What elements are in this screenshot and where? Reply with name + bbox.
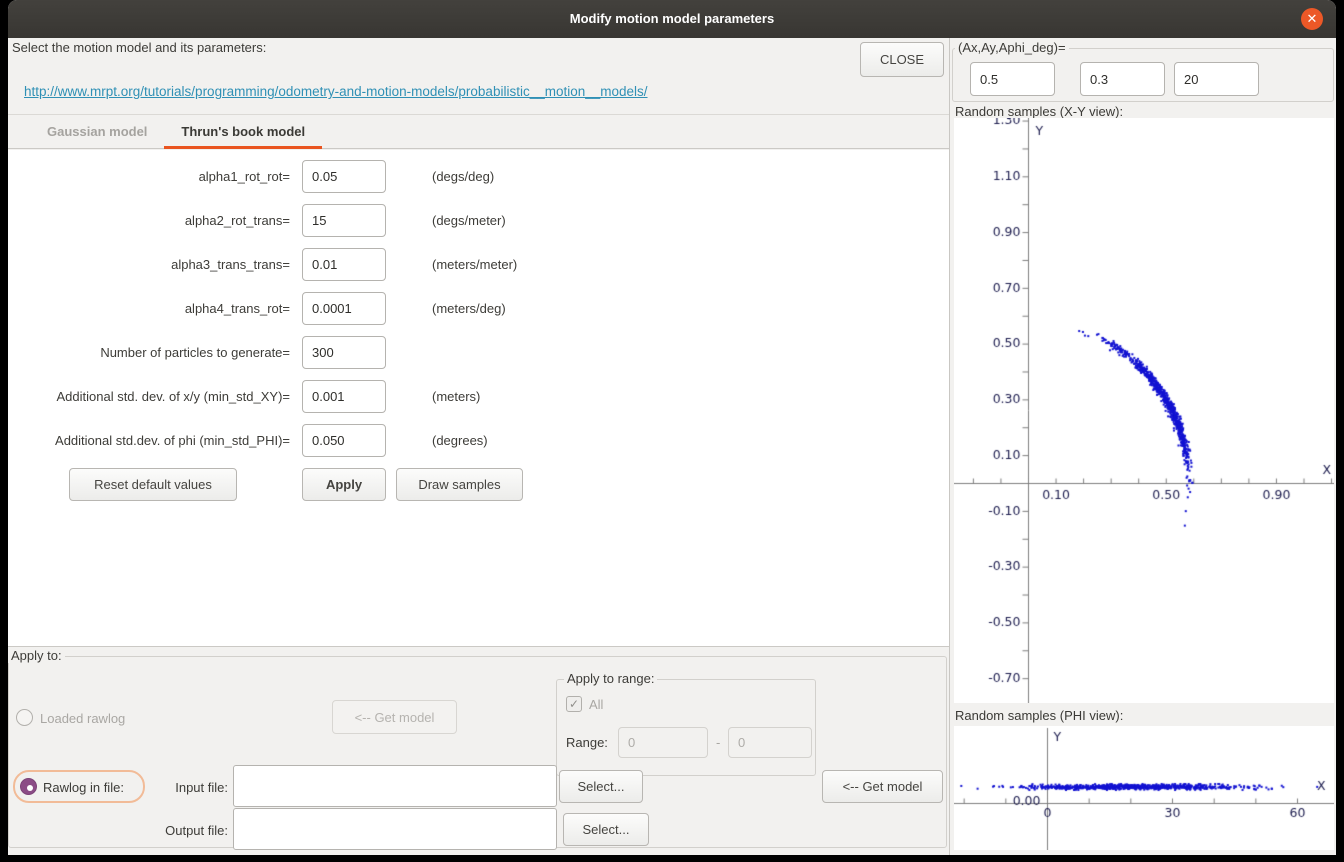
min-std-xy-label: Additional std. dev. of x/y (min_std_XY)… — [8, 380, 290, 413]
loaded-rawlog-radio — [16, 709, 33, 726]
range-from-input — [618, 727, 708, 758]
form-row: Number of particles to generate= — [8, 336, 949, 369]
get-model-bottom-button[interactable]: <-- Get model — [822, 770, 943, 803]
form-row: alpha3_trans_trans= (meters/meter) — [8, 248, 949, 281]
num-particles-label: Number of particles to generate= — [8, 336, 290, 369]
alpha4-unit: (meters/deg) — [432, 292, 506, 325]
select-input-file-button[interactable]: Select... — [559, 770, 643, 803]
alpha2-input[interactable] — [302, 204, 386, 237]
input-file-field[interactable] — [233, 765, 557, 807]
select-output-file-button[interactable]: Select... — [563, 813, 649, 846]
phi-scatter-plot[interactable] — [954, 726, 1334, 850]
get-model-top-button: <-- Get model — [332, 700, 457, 734]
xy-plot-title: Random samples (X-Y view): — [955, 104, 1123, 119]
alpha1-unit: (degs/deg) — [432, 160, 494, 193]
tab-thrun-book-model[interactable]: Thrun's book model — [164, 115, 322, 148]
dialog-window: Modify motion model parameters ✕ Select … — [8, 0, 1336, 855]
min-std-phi-unit: (degrees) — [432, 424, 488, 457]
panel-divider — [949, 38, 950, 855]
min-std-phi-input[interactable] — [302, 424, 386, 457]
min-std-phi-label: Additional std.dev. of phi (min_std_PHI)… — [8, 424, 290, 457]
form-row: Additional std. dev. of x/y (min_std_XY)… — [8, 380, 949, 413]
apply-button[interactable]: Apply — [302, 468, 386, 501]
phi-plot-title: Random samples (PHI view): — [955, 708, 1123, 723]
apply-to-legend: Apply to: — [8, 648, 65, 663]
alpha1-label: alpha1_rot_rot= — [8, 160, 290, 193]
thrun-model-tab-page: alpha1_rot_rot= (degs/deg) alpha2_rot_tr… — [8, 150, 949, 647]
window-close-button[interactable]: ✕ — [1301, 8, 1323, 30]
num-particles-input[interactable] — [302, 336, 386, 369]
form-row: alpha4_trans_rot= (meters/deg) — [8, 292, 949, 325]
check-icon: ✓ — [569, 697, 579, 711]
form-row: alpha2_rot_trans= (degs/meter) — [8, 204, 949, 237]
range-label: Range: — [566, 735, 608, 750]
min-std-xy-input[interactable] — [302, 380, 386, 413]
alpha2-unit: (degs/meter) — [432, 204, 506, 237]
titlebar[interactable]: Modify motion model parameters ✕ — [8, 0, 1336, 38]
ay-input[interactable] — [1080, 62, 1165, 96]
rawlog-in-file-radio[interactable] — [20, 778, 37, 795]
range-to-input — [728, 727, 812, 758]
alpha3-input[interactable] — [302, 248, 386, 281]
loaded-rawlog-label: Loaded rawlog — [40, 711, 125, 726]
input-file-label: Input file: — [68, 780, 228, 795]
alpha4-label: alpha4_trans_rot= — [8, 292, 290, 325]
form-row: alpha1_rot_rot= (degs/deg) — [8, 160, 949, 193]
form-row: Additional std.dev. of phi (min_std_PHI)… — [8, 424, 949, 457]
reset-defaults-button[interactable]: Reset default values — [69, 468, 237, 501]
draw-samples-button[interactable]: Draw samples — [396, 468, 523, 501]
delta-legend: (Ax,Ay,Aphi_deg)= — [955, 40, 1069, 55]
range-all-checkbox: ✓ — [566, 696, 582, 712]
output-file-label: Output file: — [68, 823, 228, 838]
apply-to-range-legend: Apply to range: — [564, 671, 657, 686]
tab-bar: Gaussian model Thrun's book model — [8, 114, 949, 149]
min-std-xy-unit: (meters) — [432, 380, 480, 413]
range-dash: - — [716, 735, 720, 750]
window-title: Modify motion model parameters — [8, 11, 1336, 26]
alpha1-input[interactable] — [302, 160, 386, 193]
active-tab-underline — [164, 146, 322, 149]
instruction-label: Select the motion model and its paramete… — [12, 40, 266, 55]
aphi-input[interactable] — [1174, 62, 1259, 96]
tutorial-link[interactable]: http://www.mrpt.org/tutorials/programmin… — [24, 84, 648, 99]
close-icon: ✕ — [1307, 11, 1318, 26]
xy-scatter-plot[interactable] — [954, 118, 1334, 703]
alpha3-label: alpha3_trans_trans= — [8, 248, 290, 281]
alpha4-input[interactable] — [302, 292, 386, 325]
range-all-label: All — [589, 697, 603, 712]
output-file-field[interactable] — [233, 808, 557, 850]
alpha3-unit: (meters/meter) — [432, 248, 517, 281]
alpha2-label: alpha2_rot_trans= — [8, 204, 290, 237]
tab-gaussian-model[interactable]: Gaussian model — [30, 115, 164, 148]
close-dialog-button[interactable]: CLOSE — [860, 42, 944, 77]
ax-input[interactable] — [970, 62, 1055, 96]
